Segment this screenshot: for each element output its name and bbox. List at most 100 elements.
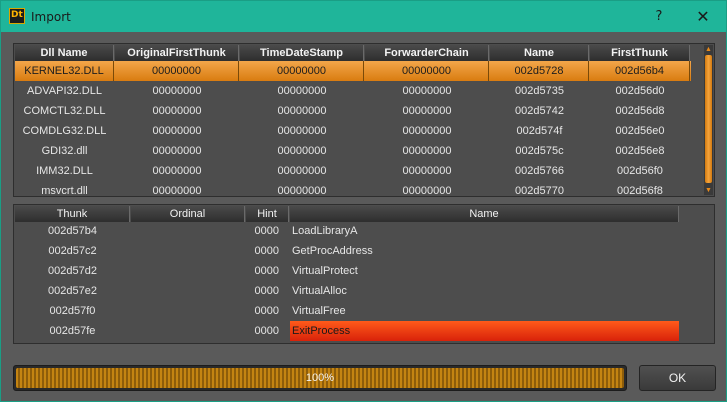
window-title: Import xyxy=(31,10,71,24)
dll-table: Dll Name OriginalFirstThunk TimeDateStamp F… xyxy=(13,43,715,197)
dll-table-cell: 002d5770 xyxy=(515,185,564,197)
import-dialog: Dt Import ? ✕ Dll Name OriginalFirstThunk… xyxy=(0,0,727,402)
dll-table-cell: 00000000 xyxy=(277,105,327,117)
thunk-column-header[interactable]: Ordinal xyxy=(131,206,245,222)
dll-column-header[interactable]: OriginalFirstThunk xyxy=(115,45,239,61)
dll-table-cell: 00000000 xyxy=(240,61,364,81)
dll-table-cell: 002d5735 xyxy=(515,85,564,97)
dll-table-cell: GDI32.dll xyxy=(41,145,88,157)
close-button[interactable]: ✕ xyxy=(693,7,713,27)
dll-table-cell: IMM32.DLL xyxy=(36,165,93,177)
thunk-table-row[interactable]: 002d57b4 0000 LoadLibraryA xyxy=(15,221,691,241)
thunk-ordinal xyxy=(131,221,245,241)
thunk-address: 002d57f0 xyxy=(49,305,96,317)
ok-button[interactable]: OK xyxy=(639,365,716,391)
dll-table-cell: 002d56b4 xyxy=(590,61,690,81)
thunk-hint: 0000 xyxy=(254,265,279,277)
dll-table-cell: 002d574f xyxy=(516,125,563,137)
thunk-table-row[interactable]: 002d57d2 0000 VirtualProtect xyxy=(15,261,691,281)
thunk-table: Thunk Ordinal Hint Name 002d57b4 0000 LoadLib… xyxy=(13,204,715,344)
dll-table-cell: 00000000 xyxy=(152,185,202,197)
help-button[interactable]: ? xyxy=(649,7,669,27)
dll-column-header[interactable]: TimeDateStamp xyxy=(240,45,364,61)
dll-table-cell: 00000000 xyxy=(277,185,327,197)
dll-table-cell: 00000000 xyxy=(152,85,202,97)
thunk-ordinal xyxy=(131,321,245,341)
dll-table-cell: 002d5728 xyxy=(490,61,589,81)
thunk-table-row[interactable]: 002d57e2 0000 VirtualAlloc xyxy=(15,281,691,301)
dll-column-header[interactable]: ForwarderChain xyxy=(365,45,489,61)
dll-table-cell: 00000000 xyxy=(115,61,239,81)
thunk-function-name: VirtualAlloc xyxy=(292,285,347,297)
thunk-table-row[interactable]: 002d57c2 0000 GetProcAddress xyxy=(15,241,691,261)
dll-table-cell: 00000000 xyxy=(152,125,202,137)
dll-table-row[interactable]: msvcrt.dll 00000000 00000000 00000000 002d57… xyxy=(15,181,691,201)
dll-table-cell: COMDLG32.DLL xyxy=(22,125,107,137)
dll-table-cell: 00000000 xyxy=(365,61,489,81)
dll-table-cell: 00000000 xyxy=(277,165,327,177)
scroll-thumb[interactable] xyxy=(705,55,712,183)
thunk-function-name: LoadLibraryA xyxy=(292,225,358,237)
dll-table-cell: 00000000 xyxy=(402,185,452,197)
thunk-column-header[interactable]: Name xyxy=(290,206,679,222)
thunk-hint: 0000 xyxy=(254,225,279,237)
dll-table-cell: 00000000 xyxy=(277,85,327,97)
dll-table-row[interactable]: COMDLG32.DLL 00000000 00000000 00000000 002d… xyxy=(15,121,691,141)
dll-table-cell: 002d56f0 xyxy=(617,165,663,177)
thunk-address: 002d57b4 xyxy=(48,225,97,237)
dll-table-cell: 002d5766 xyxy=(515,165,564,177)
dll-table-cell: 002d56e0 xyxy=(615,125,665,137)
thunk-function-name: GetProcAddress xyxy=(292,245,373,257)
thunk-ordinal xyxy=(131,301,245,321)
dll-table-row[interactable]: COMCTL32.DLL 00000000 00000000 00000000 002d… xyxy=(15,101,691,121)
thunk-address: 002d57d2 xyxy=(48,265,97,277)
thunk-function-name: VirtualProtect xyxy=(292,265,358,277)
dll-table-row[interactable]: IMM32.DLL 00000000 00000000 00000000 002d576… xyxy=(15,161,691,181)
import-progress-bar: 100% xyxy=(13,365,627,391)
thunk-column-header[interactable]: Hint xyxy=(246,206,289,222)
progress-label: 100% xyxy=(305,372,335,384)
dll-table-row[interactable]: GDI32.dll 00000000 00000000 00000000 002d575… xyxy=(15,141,691,161)
dll-table-cell: 002d575c xyxy=(515,145,564,157)
thunk-ordinal xyxy=(131,241,245,261)
dll-table-cell: 00000000 xyxy=(402,105,452,117)
dll-table-cell: 00000000 xyxy=(277,125,327,137)
thunk-hint: 0000 xyxy=(254,305,279,317)
scroll-down-arrow-icon[interactable]: ▼ xyxy=(704,186,713,195)
thunk-table-row[interactable]: 002d57f0 0000 VirtualFree xyxy=(15,301,691,321)
thunk-ordinal xyxy=(131,281,245,301)
thunk-address: 002d57e2 xyxy=(48,285,97,297)
dll-table-cell: 00000000 xyxy=(402,85,452,97)
dll-table-cell: COMCTL32.DLL xyxy=(23,105,106,117)
dll-table-cell: msvcrt.dll xyxy=(41,185,88,197)
dll-table-cell: 002d56d8 xyxy=(615,105,665,117)
scroll-up-arrow-icon[interactable]: ▲ xyxy=(704,45,713,54)
thunk-function-name: ExitProcess xyxy=(290,321,679,341)
dll-column-header[interactable]: FirstThunk xyxy=(590,45,690,61)
dll-scrollbar[interactable]: ▲ ▼ xyxy=(704,45,713,195)
dll-table-cell: 00000000 xyxy=(152,105,202,117)
dll-column-header[interactable]: Name xyxy=(490,45,589,61)
thunk-hint: 0000 xyxy=(254,325,279,337)
thunk-hint: 0000 xyxy=(254,285,279,297)
thunk-ordinal xyxy=(131,261,245,281)
dll-table-row[interactable]: KERNEL32.DLL 00000000 00000000 00000000 002d… xyxy=(15,61,691,81)
thunk-table-row[interactable]: 002d57fe 0000 ExitProcess xyxy=(15,321,691,341)
dll-table-row[interactable]: ADVAPI32.DLL 00000000 00000000 00000000 002d… xyxy=(15,81,691,101)
dll-table-cell: 002d56d0 xyxy=(615,85,665,97)
dll-table-cell: KERNEL32.DLL xyxy=(15,61,114,81)
thunk-hint: 0000 xyxy=(254,245,279,257)
thunk-column-header[interactable]: Thunk xyxy=(15,206,130,222)
dll-table-cell: 00000000 xyxy=(402,145,452,157)
dll-table-cell: ADVAPI32.DLL xyxy=(26,85,102,97)
dll-table-cell: 00000000 xyxy=(277,145,327,157)
dll-table-cell: 00000000 xyxy=(152,165,202,177)
thunk-address: 002d57c2 xyxy=(48,245,97,257)
title-bar[interactable]: Dt Import ? ✕ xyxy=(1,1,726,32)
dll-table-cell: 002d56e8 xyxy=(615,145,665,157)
app-icon: Dt xyxy=(9,8,25,24)
dll-column-header[interactable]: Dll Name xyxy=(15,45,114,61)
dll-table-cell: 00000000 xyxy=(402,125,452,137)
dll-table-cell: 002d56f8 xyxy=(617,185,663,197)
thunk-function-name: VirtualFree xyxy=(292,305,346,317)
